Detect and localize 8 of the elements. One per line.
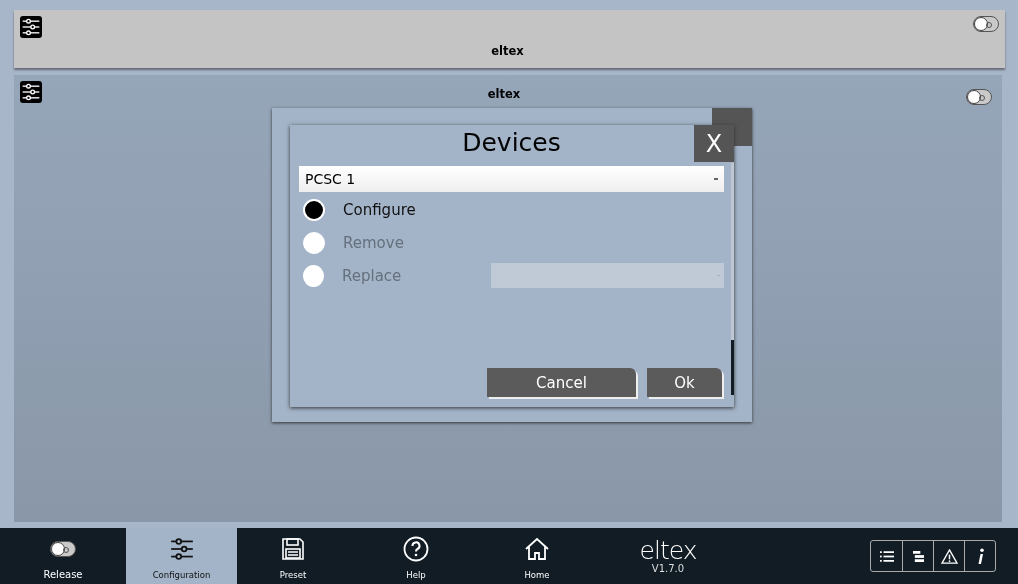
app-title: eltex <box>490 44 525 60</box>
brand-logo: eltex <box>639 538 697 563</box>
panel-title: eltex <box>486 86 522 103</box>
option-label: Replace <box>342 266 403 285</box>
version-label: V1.7.0 <box>651 562 685 574</box>
option-label: Remove <box>343 233 405 252</box>
option-label: Configure <box>343 200 417 219</box>
dialog-title: Devices <box>461 127 562 159</box>
